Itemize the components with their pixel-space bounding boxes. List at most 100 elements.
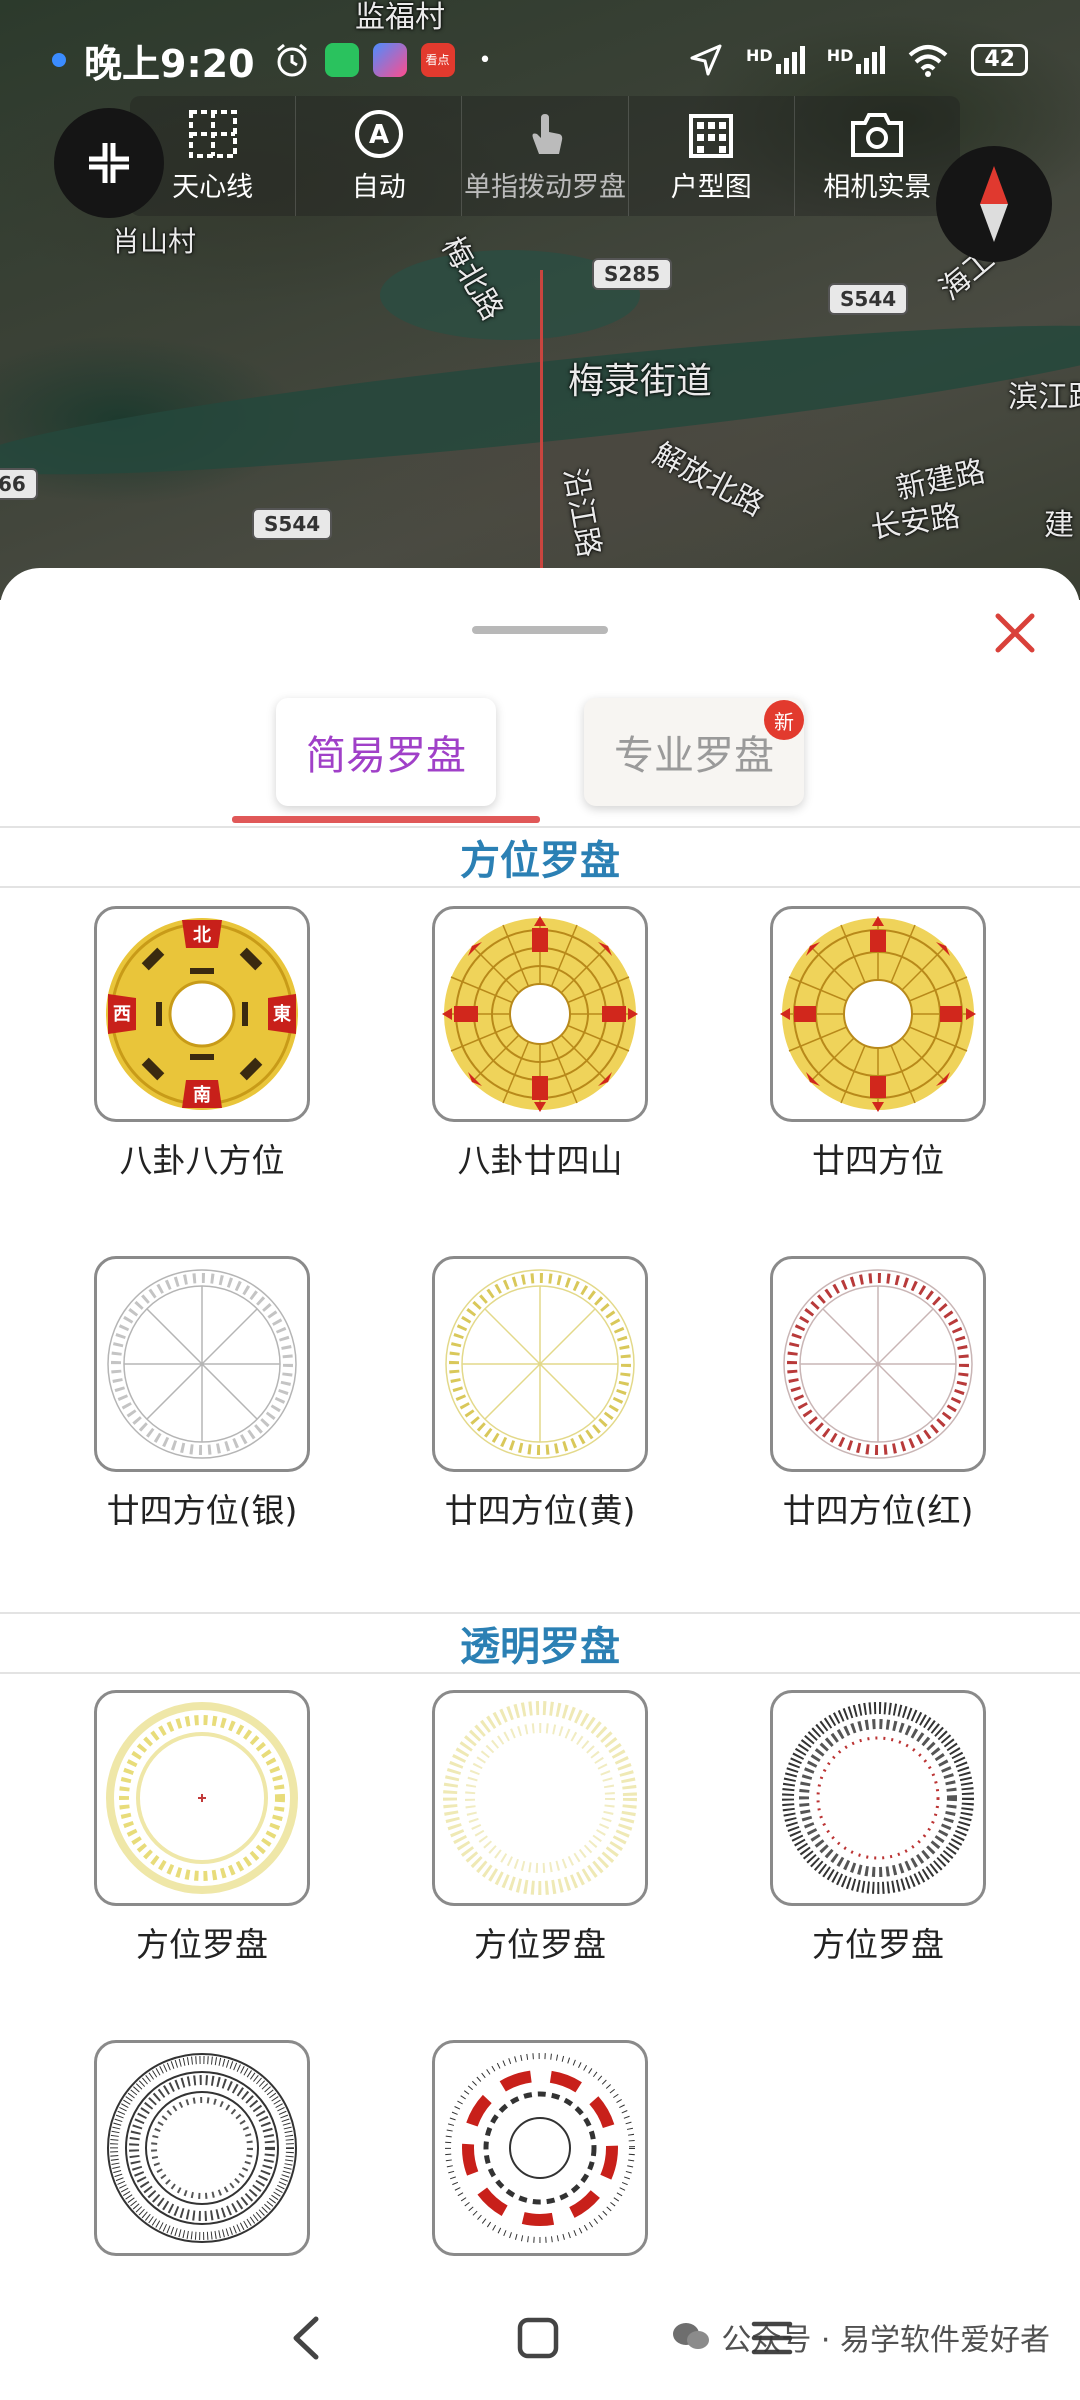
building-icon	[681, 109, 741, 159]
section-title-transparent: 透明罗盘	[0, 1612, 1080, 1674]
wechat-icon	[673, 2323, 710, 2349]
play-store-icon	[372, 43, 407, 77]
compass-item-label: 廿四方位(黄)	[444, 1491, 636, 1530]
sheet-drag-handle[interactable]	[472, 626, 608, 634]
compass-item-transparent-5[interactable]	[390, 2040, 690, 2330]
transparent-bagua-compass-icon	[445, 2053, 635, 2243]
compass-item-label: 廿四方位(银)	[106, 1491, 298, 1530]
tool-label: 单指拨动罗盘	[464, 171, 626, 203]
compass-toolbar: 天心线 A 自动 单指拨动罗盘 户型图 相机实景	[130, 96, 960, 216]
compass-thumbnail	[432, 906, 648, 1122]
tool-single-finger-rotate[interactable]: 单指拨动罗盘	[462, 96, 629, 216]
map-label-road-jian: 建	[1044, 508, 1074, 543]
compass-item-bagua-8[interactable]: 北 南 西 東 八卦八方位	[52, 906, 352, 1196]
new-badge: 新	[764, 700, 804, 740]
transparent-compass-icon	[443, 1701, 637, 1895]
compass-item-24-silver[interactable]: 廿四方位(银)	[52, 1256, 352, 1546]
compass-item-transparent-3[interactable]: 方位罗盘	[728, 1690, 1028, 1980]
tool-floor-plan[interactable]: 户型图	[629, 96, 795, 216]
compass-item-label: 八卦廿四山	[457, 1141, 623, 1180]
compass-thumbnail: 北 南 西 東	[94, 906, 310, 1122]
signal-2-icon: HD	[827, 46, 886, 74]
compass-picker-sheet: 简易罗盘 专业罗盘 新 方位罗盘 北 南 西 東 八卦八方位 八卦廿四山 廿四方…	[0, 568, 1080, 2400]
compass-thumbnail	[432, 1256, 648, 1472]
map-label-road-changan: 长安路	[868, 498, 963, 547]
bagua-compass-icon: 北 南 西 東	[106, 918, 298, 1110]
yellow-compass-icon	[445, 1269, 635, 1459]
tool-label: 天心线	[172, 171, 254, 203]
compass-thumbnail	[432, 2040, 648, 2256]
collapse-icon	[89, 143, 129, 183]
compass-north-button[interactable]	[936, 146, 1052, 262]
battery-indicator: 42	[971, 44, 1028, 76]
status-time: 晚上9:20	[84, 41, 255, 86]
signal-1-icon: HD	[746, 46, 805, 74]
tab-simple-compass[interactable]: 简易罗盘	[276, 698, 496, 806]
transparent-compass-icon	[107, 2053, 297, 2243]
news-app-icon: 看点	[420, 43, 455, 77]
compass-item-24-directions[interactable]: 廿四方位	[728, 906, 1028, 1196]
compass-thumbnail	[94, 2040, 310, 2256]
compass-item-transparent-2[interactable]: 方位罗盘	[390, 1690, 690, 1980]
compass-item-label: 方位罗盘	[474, 1925, 606, 1964]
alarm-icon	[276, 43, 307, 77]
map-view[interactable]: 监福村 肖山村 梅菉街道 梅北路 解放北路 新建路 长安路 沿江路 海工 滨江路…	[0, 0, 1080, 600]
compass-item-label: 廿四方位(红)	[782, 1491, 974, 1530]
collapse-button[interactable]	[54, 108, 164, 218]
close-icon[interactable]	[990, 608, 1040, 658]
compass-thumbnail	[94, 1256, 310, 1472]
compass-thumbnail	[770, 1256, 986, 1472]
compass-item-24-red[interactable]: 廿四方位(红)	[728, 1256, 1028, 1546]
silver-compass-icon	[107, 1269, 297, 1459]
location-dot-icon	[52, 53, 66, 67]
auto-icon: A	[349, 109, 409, 159]
road-badge-s544: S544	[252, 508, 333, 540]
compass-needle-icon	[980, 166, 1008, 242]
glyph-west: 西	[113, 1004, 131, 1025]
section-title-direction: 方位罗盘	[0, 826, 1080, 888]
wifi-icon	[909, 45, 948, 77]
compass-item-label: 方位罗盘	[136, 1925, 268, 1964]
compass-thumbnail	[770, 906, 986, 1122]
camera-icon	[847, 109, 907, 159]
compass-item-24-yellow[interactable]: 廿四方位(黄)	[390, 1256, 690, 1546]
red-compass-icon	[783, 1269, 973, 1459]
active-tab-underline	[232, 816, 540, 823]
transparent-compass-icon	[782, 1702, 974, 1894]
tianxin-line	[540, 270, 543, 600]
compass-item-label: 八卦八方位	[119, 1141, 285, 1180]
compass-item-transparent-1[interactable]: 方位罗盘	[52, 1690, 352, 1980]
road-badge-s544: S544	[828, 283, 909, 315]
map-label-road-yanjiang: 沿江路	[556, 465, 607, 560]
back-button[interactable]	[276, 2308, 336, 2368]
compass-thumbnail	[770, 1690, 986, 1906]
home-icon	[517, 2317, 559, 2359]
map-label-road-binjiang: 滨江路	[1008, 380, 1080, 415]
wechat-icon	[324, 43, 359, 77]
compass-item-label: 廿四方位	[812, 1141, 944, 1180]
watermark-text: 公众号 · 易学软件爱好者	[721, 2323, 1050, 2358]
tool-label: 户型图	[670, 171, 752, 203]
glyph-south: 南	[193, 1084, 211, 1106]
status-bar: 晚上9:20 看点 • HD HD 42	[0, 30, 1080, 90]
road-badge-edge: 66	[0, 468, 38, 500]
svg-text:A: A	[369, 120, 389, 150]
transparent-compass-icon	[106, 1702, 298, 1894]
map-label-village: 肖山村	[112, 225, 197, 258]
watermark: 公众号 · 易学软件爱好者	[671, 2315, 1050, 2359]
compass-item-bagua-24[interactable]: 八卦廿四山	[390, 906, 690, 1196]
24-directions-compass-icon	[780, 916, 976, 1112]
compass-item-transparent-4[interactable]	[52, 2040, 352, 2330]
tool-auto[interactable]: A 自动	[296, 96, 463, 216]
tool-label: 相机实景	[823, 171, 932, 203]
glyph-north: 北	[193, 925, 211, 946]
tool-label: 自动	[351, 171, 406, 203]
back-icon	[293, 2316, 319, 2360]
navigation-icon	[690, 44, 722, 76]
map-label-street: 梅菉街道	[568, 361, 713, 402]
compass-item-label: 方位罗盘	[812, 1925, 944, 1964]
home-button[interactable]	[508, 2308, 568, 2368]
compass-type-tabs: 简易罗盘 专业罗盘	[0, 698, 1080, 808]
road-badge-s285: S285	[592, 258, 673, 290]
compass-thumbnail	[432, 1690, 648, 1906]
